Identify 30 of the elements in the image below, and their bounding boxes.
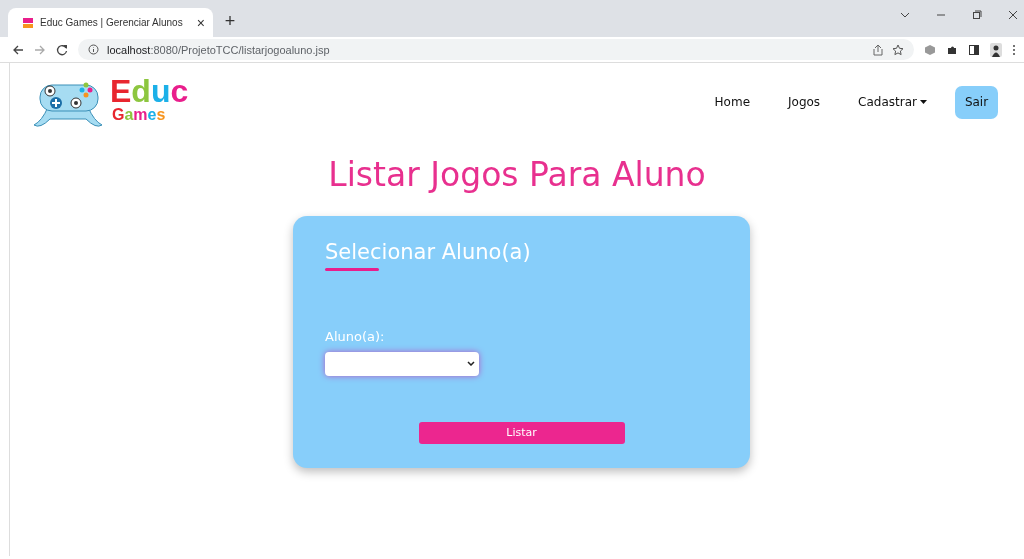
new-tab-button[interactable]: + bbox=[224, 11, 236, 32]
logout-button[interactable]: Sair bbox=[955, 85, 998, 119]
reload-icon[interactable] bbox=[56, 43, 68, 56]
close-tab-button[interactable]: × bbox=[196, 14, 205, 31]
address-bar[interactable]: localhost:8080/ProjetoTCC/listarjogoaluno.jsp bbox=[78, 39, 914, 60]
star-icon[interactable] bbox=[892, 43, 904, 56]
info-icon bbox=[88, 44, 99, 55]
page-title: Listar Jogos Para Aluno bbox=[327, 155, 707, 194]
logo-text: Educ Games bbox=[110, 74, 189, 123]
sidebar-icon[interactable] bbox=[968, 43, 980, 56]
favicon-icon bbox=[22, 16, 34, 29]
close-icon[interactable] bbox=[1008, 10, 1018, 20]
nav-link[interactable]: Jogos bbox=[788, 95, 821, 109]
back-icon[interactable] bbox=[12, 43, 24, 56]
cube-icon[interactable] bbox=[924, 43, 936, 56]
heading-underline bbox=[325, 268, 379, 271]
submit-button[interactable]: Listar bbox=[418, 421, 625, 444]
chevron-down-icon bbox=[467, 361, 475, 367]
nav-link[interactable]: Home bbox=[714, 95, 750, 109]
share-icon[interactable] bbox=[872, 43, 884, 56]
chevron-down-icon[interactable] bbox=[900, 10, 910, 20]
browser-tab[interactable]: Educ Games | Gerenciar Alunos × bbox=[8, 8, 213, 37]
restore-icon[interactable] bbox=[972, 10, 982, 20]
menu-icon[interactable] bbox=[1012, 43, 1016, 56]
caret-icon bbox=[920, 100, 927, 104]
nav-dropdown[interactable]: Cadastrar bbox=[858, 95, 927, 109]
card-heading: Selecionar Aluno(a) bbox=[325, 240, 532, 264]
avatar-icon[interactable] bbox=[990, 42, 1002, 57]
field-label: Aluno(a): bbox=[325, 328, 386, 344]
student-select[interactable] bbox=[325, 351, 479, 376]
